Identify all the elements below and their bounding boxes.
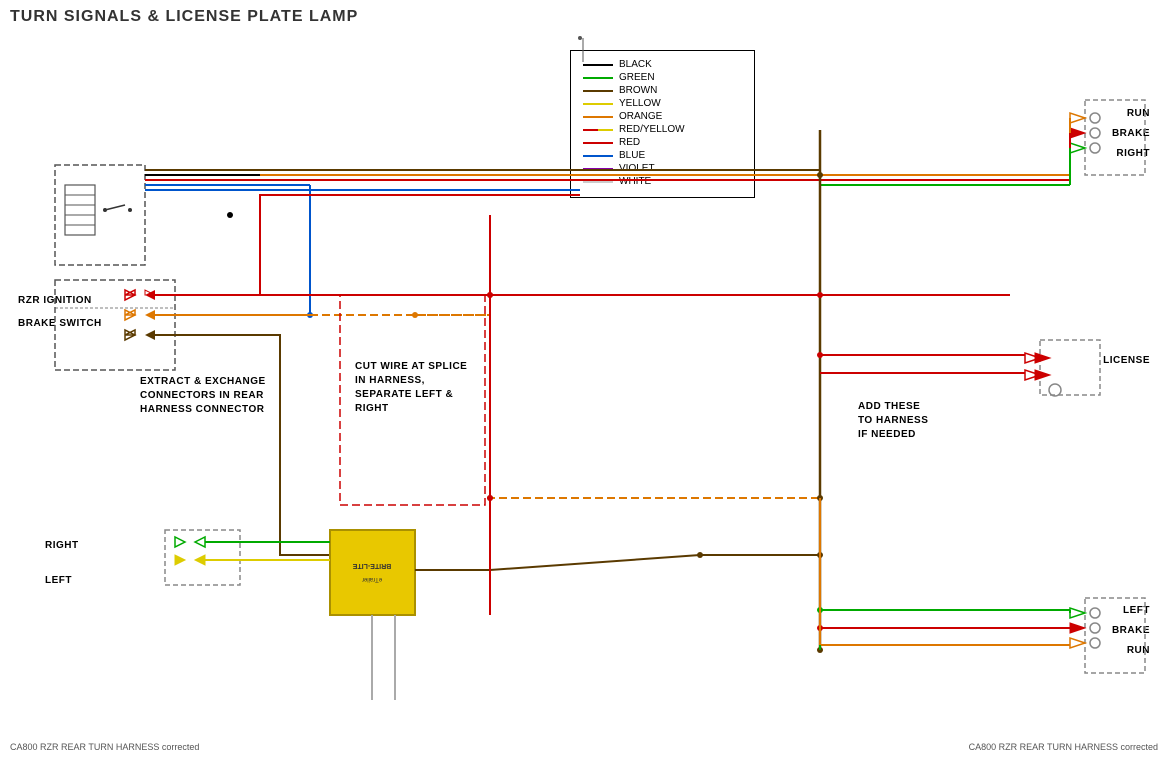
svg-text:BRITE-LITE: BRITE-LITE — [352, 562, 391, 569]
wiring-svg: BRITE-LITE eTrailer — [0, 0, 1168, 760]
right-bottom-connector-box — [1085, 598, 1145, 673]
cut-wire-area — [340, 295, 485, 505]
wiring-diagram: TURN SIGNALS & LICENSE PLATE LAMP BLACKG… — [0, 0, 1168, 760]
license-connector-box — [1040, 340, 1100, 395]
svg-text:eTrailer: eTrailer — [362, 576, 382, 582]
brake-switch-box — [55, 280, 175, 370]
controller-box — [330, 530, 415, 615]
